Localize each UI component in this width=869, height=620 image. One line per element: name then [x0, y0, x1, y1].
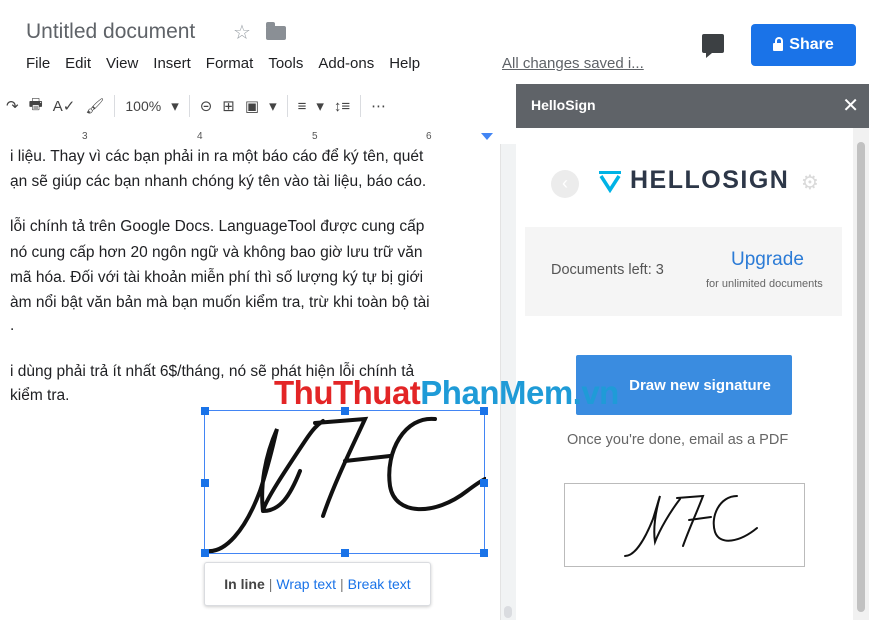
folder-icon[interactable]	[266, 22, 286, 40]
watermark: ThuThuatPhanMem.vn	[274, 374, 619, 412]
image-wrap-popup: In line | Wrap text | Break text	[204, 562, 431, 606]
menu-help[interactable]: Help	[389, 55, 420, 72]
menu-insert[interactable]: Insert	[153, 55, 191, 72]
doc-line: i liệu. Thay vì các bạn phải in ra một b…	[10, 148, 424, 165]
separator: |	[340, 576, 344, 592]
signature-drawing	[205, 416, 487, 554]
menu-edit[interactable]: Edit	[65, 55, 91, 72]
ruler-mark: 4	[197, 131, 203, 142]
documents-left-count: Documents left: 3	[551, 262, 664, 278]
doc-line: .	[10, 317, 15, 334]
doc-line: ạn sẽ giúp các bạn nhanh chóng ký tên và…	[10, 173, 427, 190]
doc-line: lỗi chính tả trên Google Docs. LanguageT…	[10, 218, 425, 235]
upgrade-subtitle: for unlimited documents	[706, 278, 823, 290]
watermark-part1: ThuThuat	[274, 374, 421, 411]
indent-marker[interactable]	[481, 133, 493, 140]
menu-bar: File Edit View Insert Format Tools Add-o…	[26, 55, 420, 72]
break-text-option[interactable]: Break text	[348, 576, 411, 592]
sidebar-scrollbar[interactable]	[853, 128, 869, 620]
menu-addons[interactable]: Add-ons	[318, 55, 374, 72]
ruler-mark: 3	[82, 131, 88, 142]
doc-line: àm nổi bật văn bản mà bạn muốn kiểm tra,…	[10, 294, 430, 311]
paint-format-icon[interactable]: 🖌	[85, 97, 104, 115]
doc-line: nó cung cấp hơn 20 ngôn ngữ và không bao…	[10, 244, 423, 261]
align-icon[interactable]: ≡	[298, 98, 307, 115]
zoom-select[interactable]: 100%	[125, 98, 161, 114]
ruler-mark: 6	[426, 131, 432, 142]
signature-preview-drawing	[624, 494, 758, 557]
resize-handle[interactable]	[480, 479, 488, 487]
logo-text: HELLOSIGN	[630, 166, 790, 194]
resize-handle[interactable]	[201, 479, 209, 487]
scrollbar-thumb[interactable]	[504, 606, 512, 618]
menu-view[interactable]: View	[106, 55, 138, 72]
lock-icon	[773, 37, 784, 51]
wrap-text-option[interactable]: Wrap text	[276, 576, 336, 592]
save-status-link[interactable]: All changes saved i...	[502, 55, 644, 72]
signature-image[interactable]	[201, 407, 488, 557]
gear-icon[interactable]: ⚙	[801, 170, 819, 195]
sidebar-title: HelloSign	[531, 97, 596, 113]
draw-button-label: Draw new signature	[629, 376, 771, 394]
resize-handle[interactable]	[201, 407, 209, 415]
link-icon[interactable]: ⊝	[200, 97, 213, 115]
print-icon[interactable]: 🖶	[29, 94, 43, 119]
image-icon[interactable]: ▣	[245, 97, 259, 115]
menu-format[interactable]: Format	[206, 55, 254, 72]
back-icon[interactable]: ‹	[551, 170, 579, 198]
resize-handle[interactable]	[341, 549, 349, 557]
resize-handle[interactable]	[201, 549, 209, 557]
close-icon[interactable]: ✕	[842, 93, 859, 118]
menu-tools[interactable]: Tools	[268, 55, 303, 72]
menu-file[interactable]: File	[26, 55, 50, 72]
ruler[interactable]: 3 4 5 6	[0, 128, 500, 145]
upgrade-link[interactable]: Upgrade	[731, 249, 804, 271]
signature-preview[interactable]	[564, 483, 805, 567]
email-pdf-hint: Once you're done, email as a PDF	[567, 432, 789, 448]
sidebar-header: HelloSign ✕	[516, 84, 869, 128]
hellosign-logo: HELLOSIGN	[598, 166, 789, 195]
toolbar-divider	[188, 95, 190, 117]
line-spacing-icon[interactable]: ↕≡	[334, 98, 350, 115]
doc-line: kiểm tra.	[10, 387, 70, 404]
chevron-down-icon[interactable]: ▾	[269, 97, 277, 115]
toolbar: ↷ 🖶 A✓ 🖌 100% ▾ ⊝ ⊞ ▣ ▾ ≡ ▾ ↕≡ ⋯	[0, 84, 516, 128]
in-line-option[interactable]: In line	[224, 576, 264, 592]
toolbar-divider	[360, 95, 362, 117]
share-button[interactable]: Share	[751, 24, 856, 66]
separator: |	[268, 576, 273, 592]
redo-icon[interactable]: ↷	[6, 97, 19, 115]
chevron-down-icon[interactable]: ▾	[316, 97, 324, 115]
spellcheck-icon[interactable]: A✓	[53, 97, 76, 115]
doc-line: mã hóa. Đối với tài khoản miễn phí thì s…	[10, 269, 424, 286]
watermark-part2: PhanMem.vn	[420, 374, 619, 411]
star-icon[interactable]: ☆	[233, 20, 251, 45]
share-label: Share	[789, 36, 834, 53]
add-comment-icon[interactable]: ⊞	[222, 97, 235, 115]
scrollbar-thumb[interactable]	[857, 142, 865, 612]
document-title[interactable]: Untitled document	[26, 20, 195, 44]
ruler-mark: 5	[312, 131, 318, 142]
chevron-down-icon[interactable]: ▾	[171, 97, 179, 115]
resize-handle[interactable]	[480, 549, 488, 557]
comments-icon[interactable]	[702, 34, 724, 58]
more-icon[interactable]: ⋯	[371, 97, 386, 115]
toolbar-divider	[114, 95, 116, 117]
toolbar-divider	[286, 95, 288, 117]
hellosign-logo-mark	[599, 170, 621, 193]
